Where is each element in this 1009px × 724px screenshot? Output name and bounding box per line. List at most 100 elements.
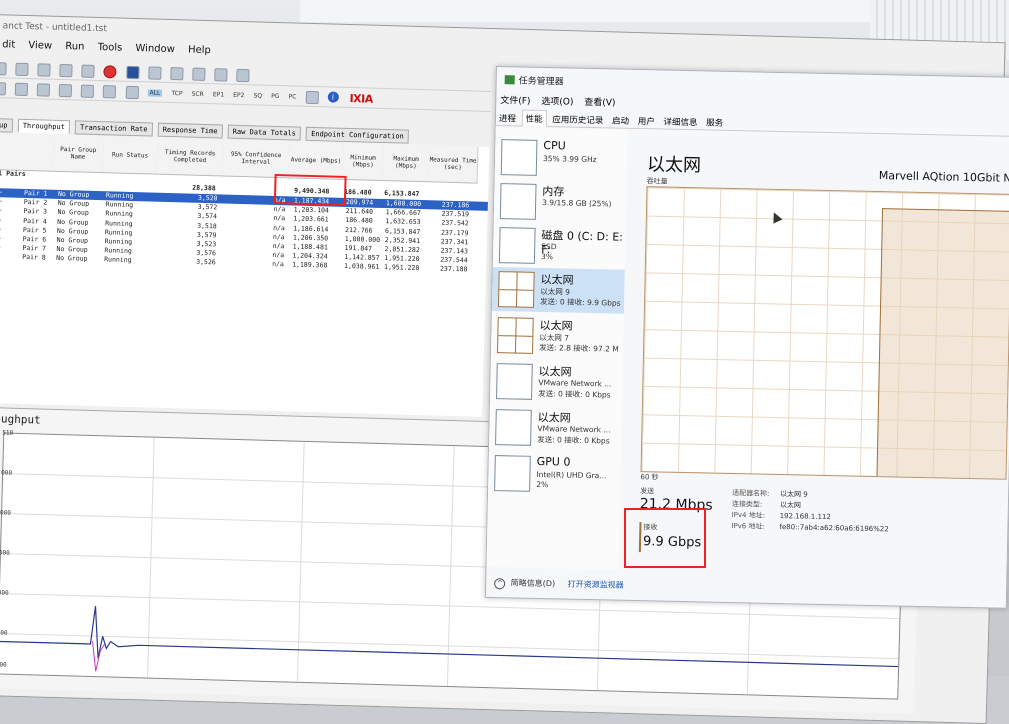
edit-icon[interactable] [214, 68, 227, 81]
filter-pg[interactable]: PG [271, 93, 279, 100]
cell-min: 1,142.857 [344, 253, 379, 262]
cell-status: Running [106, 191, 134, 200]
tm-footer: ^ 简略信息(D) 打开资源监视器 [494, 577, 624, 592]
calendar-icon[interactable] [305, 91, 318, 104]
col-header-status[interactable]: Run Status [103, 136, 159, 175]
cell-status: Running [104, 246, 132, 255]
chart-icon[interactable] [37, 83, 50, 96]
tm-menu-options[interactable]: 选项(O) [541, 97, 573, 108]
tree-connector-icon: └─ [0, 234, 1, 242]
filter-scr[interactable]: SCR [192, 91, 204, 98]
tab-startup[interactable]: 启动 [609, 112, 632, 128]
resource-cpu[interactable]: CPU 35% 3.99 GHz [495, 135, 628, 182]
monitor-icon[interactable] [126, 66, 139, 79]
prop-value: 以太网 9 [780, 490, 808, 499]
memory-thumbnail [500, 183, 537, 220]
resource-gpu[interactable]: GPU 0 Intel(R) UHD Gra... 2% [488, 451, 621, 498]
tab-details[interactable]: 详细信息 [660, 113, 700, 130]
menu-view[interactable]: View [28, 40, 52, 52]
filter-pc[interactable]: PC [288, 93, 296, 100]
arrow-icon[interactable] [148, 66, 161, 79]
cut-icon[interactable] [60, 64, 73, 77]
cell-max: 1,951.220 [384, 263, 419, 272]
fewer-details-button[interactable]: 简略信息(D) [511, 578, 556, 588]
prop-row: IPv6 地址:fe80::7ab4:a62:60a6:6196%22 [731, 521, 889, 535]
menu-help[interactable]: Help [188, 44, 211, 56]
sort-icon[interactable] [15, 83, 28, 96]
col-header-records[interactable]: Timing Records Completed [157, 138, 225, 177]
save-icon[interactable] [37, 63, 50, 76]
filter-icon[interactable] [0, 82, 6, 95]
resource-sub1: VMware Network ... [538, 378, 611, 389]
filter-tcp[interactable]: TCP [171, 90, 182, 97]
info-icon[interactable]: i [327, 91, 338, 102]
ytick-4: 000 [0, 589, 9, 596]
menu-tools[interactable]: Tools [97, 42, 122, 54]
open-icon[interactable] [15, 63, 28, 76]
tab-services[interactable]: 服务 [703, 114, 726, 130]
tab-response-time[interactable]: Response Time [158, 123, 223, 139]
tab-endpoint-configuration[interactable]: Endpoint Configuration [306, 127, 409, 144]
filter-ep2[interactable]: EP2 [233, 92, 244, 99]
tab-transaction-rate[interactable]: Transaction Rate [75, 120, 153, 136]
col-header-minimum[interactable]: Minimum (Mbps) [343, 143, 385, 181]
print-icon[interactable] [103, 85, 116, 98]
col-header-ci[interactable]: 95% Confidence Interval [223, 140, 291, 179]
tm-menu-file[interactable]: 文件(F) [500, 96, 530, 107]
zoom-icon[interactable] [125, 86, 138, 99]
col-header-maximum[interactable]: Maximum (Mbps) [382, 144, 430, 182]
tab-app-history[interactable]: 应用历史记录 [549, 111, 606, 128]
prop-key: IPv4 地址: [732, 510, 780, 521]
menu-run[interactable]: Run [65, 41, 84, 53]
tab-users[interactable]: 用户 [635, 113, 658, 129]
tab-throughput[interactable]: Throughput [18, 119, 71, 134]
filter-ep1[interactable]: EP1 [213, 91, 224, 98]
open-resource-monitor-link[interactable]: 打开资源监视器 [568, 580, 624, 590]
resource-ethernet-9[interactable]: 以太网 以太网 9 发送: 0 接收: 9.9 Gbps [492, 267, 625, 314]
ytick-2: 000 [0, 509, 11, 516]
tm-menu-view[interactable]: 查看(V) [584, 98, 615, 109]
cell-avg: 1,189.368 [292, 261, 327, 270]
ytick-5: 000 [0, 629, 8, 636]
cell-min: 1,000.000 [345, 235, 380, 244]
resource-ethernet-7[interactable]: 以太网 以太网 7 发送: 2.8 接收: 97.2 M [491, 313, 624, 360]
tab-setup[interactable]: tup [0, 118, 13, 133]
resource-vmware-2[interactable]: 以太网 VMware Network ... 发送: 0 接收: 0 Kbps [489, 405, 622, 452]
stop-icon[interactable] [104, 65, 117, 78]
resource-disk[interactable]: 磁盘 0 (C: D: E: F: SSD 3% [493, 223, 626, 270]
resource-vmware-1[interactable]: 以太网 VMware Network ... 发送: 0 接收: 0 Kbps [490, 359, 623, 406]
cell-min: 209.974 [346, 198, 374, 207]
new-icon[interactable] [0, 62, 7, 75]
chevron-up-icon[interactable]: ^ [494, 578, 505, 589]
col-header-pair[interactable] [0, 133, 55, 172]
table-icon[interactable] [59, 84, 72, 97]
cell-max: 6,153.847 [385, 227, 420, 236]
col-header-time[interactable]: Measured Time (sec) [428, 145, 478, 183]
cell-pair: Pair 6 [23, 235, 47, 244]
cell-min: 211.640 [346, 207, 374, 216]
resource-sub2: 发送: 0 接收: 0 Kbps [537, 434, 610, 447]
menu-window[interactable]: Window [135, 43, 175, 55]
resource-sub2: 发送: 0 接收: 9.9 Gbps [540, 296, 621, 309]
run-icon[interactable] [82, 65, 95, 78]
filter-sq[interactable]: SQ [253, 92, 262, 99]
cell-time: 237.179 [441, 228, 469, 237]
cell-ci: n/a [273, 242, 285, 250]
cell-records: 3,520 [198, 194, 218, 203]
cell-min: 186.480 [345, 216, 373, 225]
col-header-group[interactable]: Pair Group Name [53, 135, 105, 173]
resource-memory[interactable]: 内存 3.9/15.8 GB (25%) [494, 179, 627, 226]
tab-raw-data-totals[interactable]: Raw Data Totals [228, 125, 302, 141]
filter-all[interactable]: ALL [147, 89, 162, 96]
pair-icon[interactable] [170, 67, 183, 80]
ethernet-thumbnail [498, 271, 535, 308]
report-icon[interactable] [81, 85, 94, 98]
cell-min: 212.766 [345, 226, 373, 235]
menu-edit[interactable]: dit [2, 39, 15, 50]
group-icon[interactable] [192, 68, 205, 81]
cell-records: 3,579 [197, 231, 217, 240]
tab-performance[interactable]: 性能 [521, 110, 546, 128]
cell-pair: Pair 8 [22, 253, 46, 262]
copy-icon[interactable] [236, 69, 249, 82]
tab-processes[interactable]: 进程 [496, 110, 519, 126]
